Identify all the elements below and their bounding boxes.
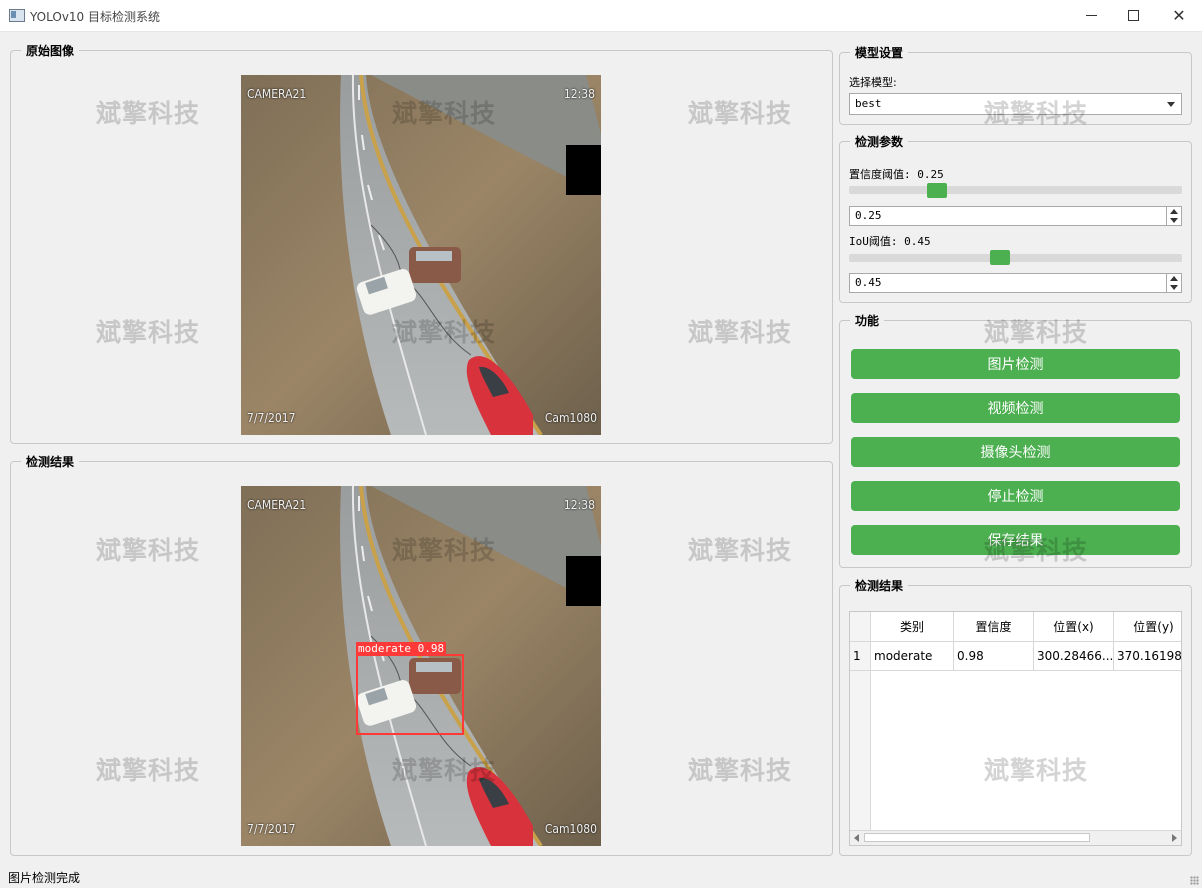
cam-overlay: Cam1080 [544,411,597,425]
original-image: CAMERA21 12:38 7/7/2017 Cam1080 [241,75,601,435]
iou-slider-handle[interactable] [990,250,1010,265]
cell-class[interactable]: moderate [871,642,954,671]
model-select-value: best [855,97,882,110]
results-table-title: 检测结果 [850,577,909,594]
scrollbar-thumb[interactable] [864,833,1090,842]
results-table[interactable]: 类别 置信度 位置(x) 位置(y) 1 moderate 0.98 300.2… [849,611,1182,846]
video-detect-button[interactable]: 视频检测 [851,393,1180,423]
camera-id-overlay: CAMERA21 [247,498,307,512]
model-settings-title: 模型设置 [850,44,909,61]
app-icon [9,9,25,22]
row-index[interactable]: 1 [850,642,871,671]
road-scene-image [241,75,601,435]
close-icon: ✕ [1172,5,1186,25]
spin-down-icon [1170,285,1178,290]
scroll-left-icon[interactable] [854,834,859,842]
camera-id-overlay: CAMERA21 [247,87,307,101]
iou-spinbox[interactable]: 0.45 [849,273,1182,293]
resize-grip-icon[interactable] [1190,876,1199,885]
spin-down-icon [1170,218,1178,223]
cell-y[interactable]: 370.16198... [1114,642,1181,671]
column-header-class[interactable]: 类别 [871,612,954,642]
close-button[interactable]: ✕ [1156,0,1202,31]
chevron-down-icon [1167,102,1175,107]
time-overlay: 12:38 [563,87,595,101]
column-header-x[interactable]: 位置(x) [1034,612,1114,642]
corner-header[interactable] [850,612,871,642]
confidence-spinbox-value: 0.25 [855,209,882,222]
functions-title: 功能 [850,312,885,329]
select-model-label: 选择模型: [849,76,897,89]
result-image: CAMERA21 12:38 7/7/2017 Cam1080 moderate… [241,486,601,846]
minimize-button[interactable] [1068,0,1114,31]
confidence-spinbox[interactable]: 0.25 [849,206,1182,226]
iou-label: IoU阈值: 0.45 [849,235,931,248]
iou-spin-buttons[interactable] [1166,274,1181,292]
maximize-icon [1127,10,1139,21]
minimize-icon [1085,15,1097,16]
result-image-title: 检测结果 [21,453,80,470]
save-results-button[interactable]: 保存结果 [851,525,1180,555]
image-detect-button[interactable]: 图片检测 [851,349,1180,379]
confidence-slider[interactable] [849,186,1182,194]
detection-box [356,654,464,735]
cell-confidence[interactable]: 0.98 [954,642,1034,671]
cell-x[interactable]: 300.28466... [1034,642,1114,671]
stop-detect-button[interactable]: 停止检测 [851,481,1180,511]
maximize-button[interactable] [1110,0,1156,31]
spin-up-icon [1170,276,1178,281]
confidence-label: 置信度阈值: 0.25 [849,168,944,181]
scroll-right-icon[interactable] [1172,834,1177,842]
iou-spinbox-value: 0.45 [855,276,882,289]
confidence-slider-handle[interactable] [927,183,947,198]
iou-slider[interactable] [849,254,1182,262]
column-header-confidence[interactable]: 置信度 [954,612,1034,642]
date-overlay: 7/7/2017 [247,411,296,425]
column-header-y[interactable]: 位置(y) [1114,612,1181,642]
status-bar-text: 图片检测完成 [8,871,81,885]
window-title: YOLOv10 目标检测系统 [30,10,161,24]
date-overlay: 7/7/2017 [247,822,296,836]
camera-detect-button[interactable]: 摄像头检测 [851,437,1180,467]
original-image-title: 原始图像 [21,42,80,59]
spin-up-icon [1170,209,1178,214]
model-select[interactable]: best [849,93,1182,115]
detection-params-title: 检测参数 [850,133,909,150]
cam-overlay: Cam1080 [544,822,597,836]
confidence-spin-buttons[interactable] [1166,207,1181,225]
title-bar: YOLOv10 目标检测系统 ✕ [0,0,1202,32]
time-overlay: 12:38 [563,498,595,512]
horizontal-scrollbar[interactable] [850,830,1181,845]
